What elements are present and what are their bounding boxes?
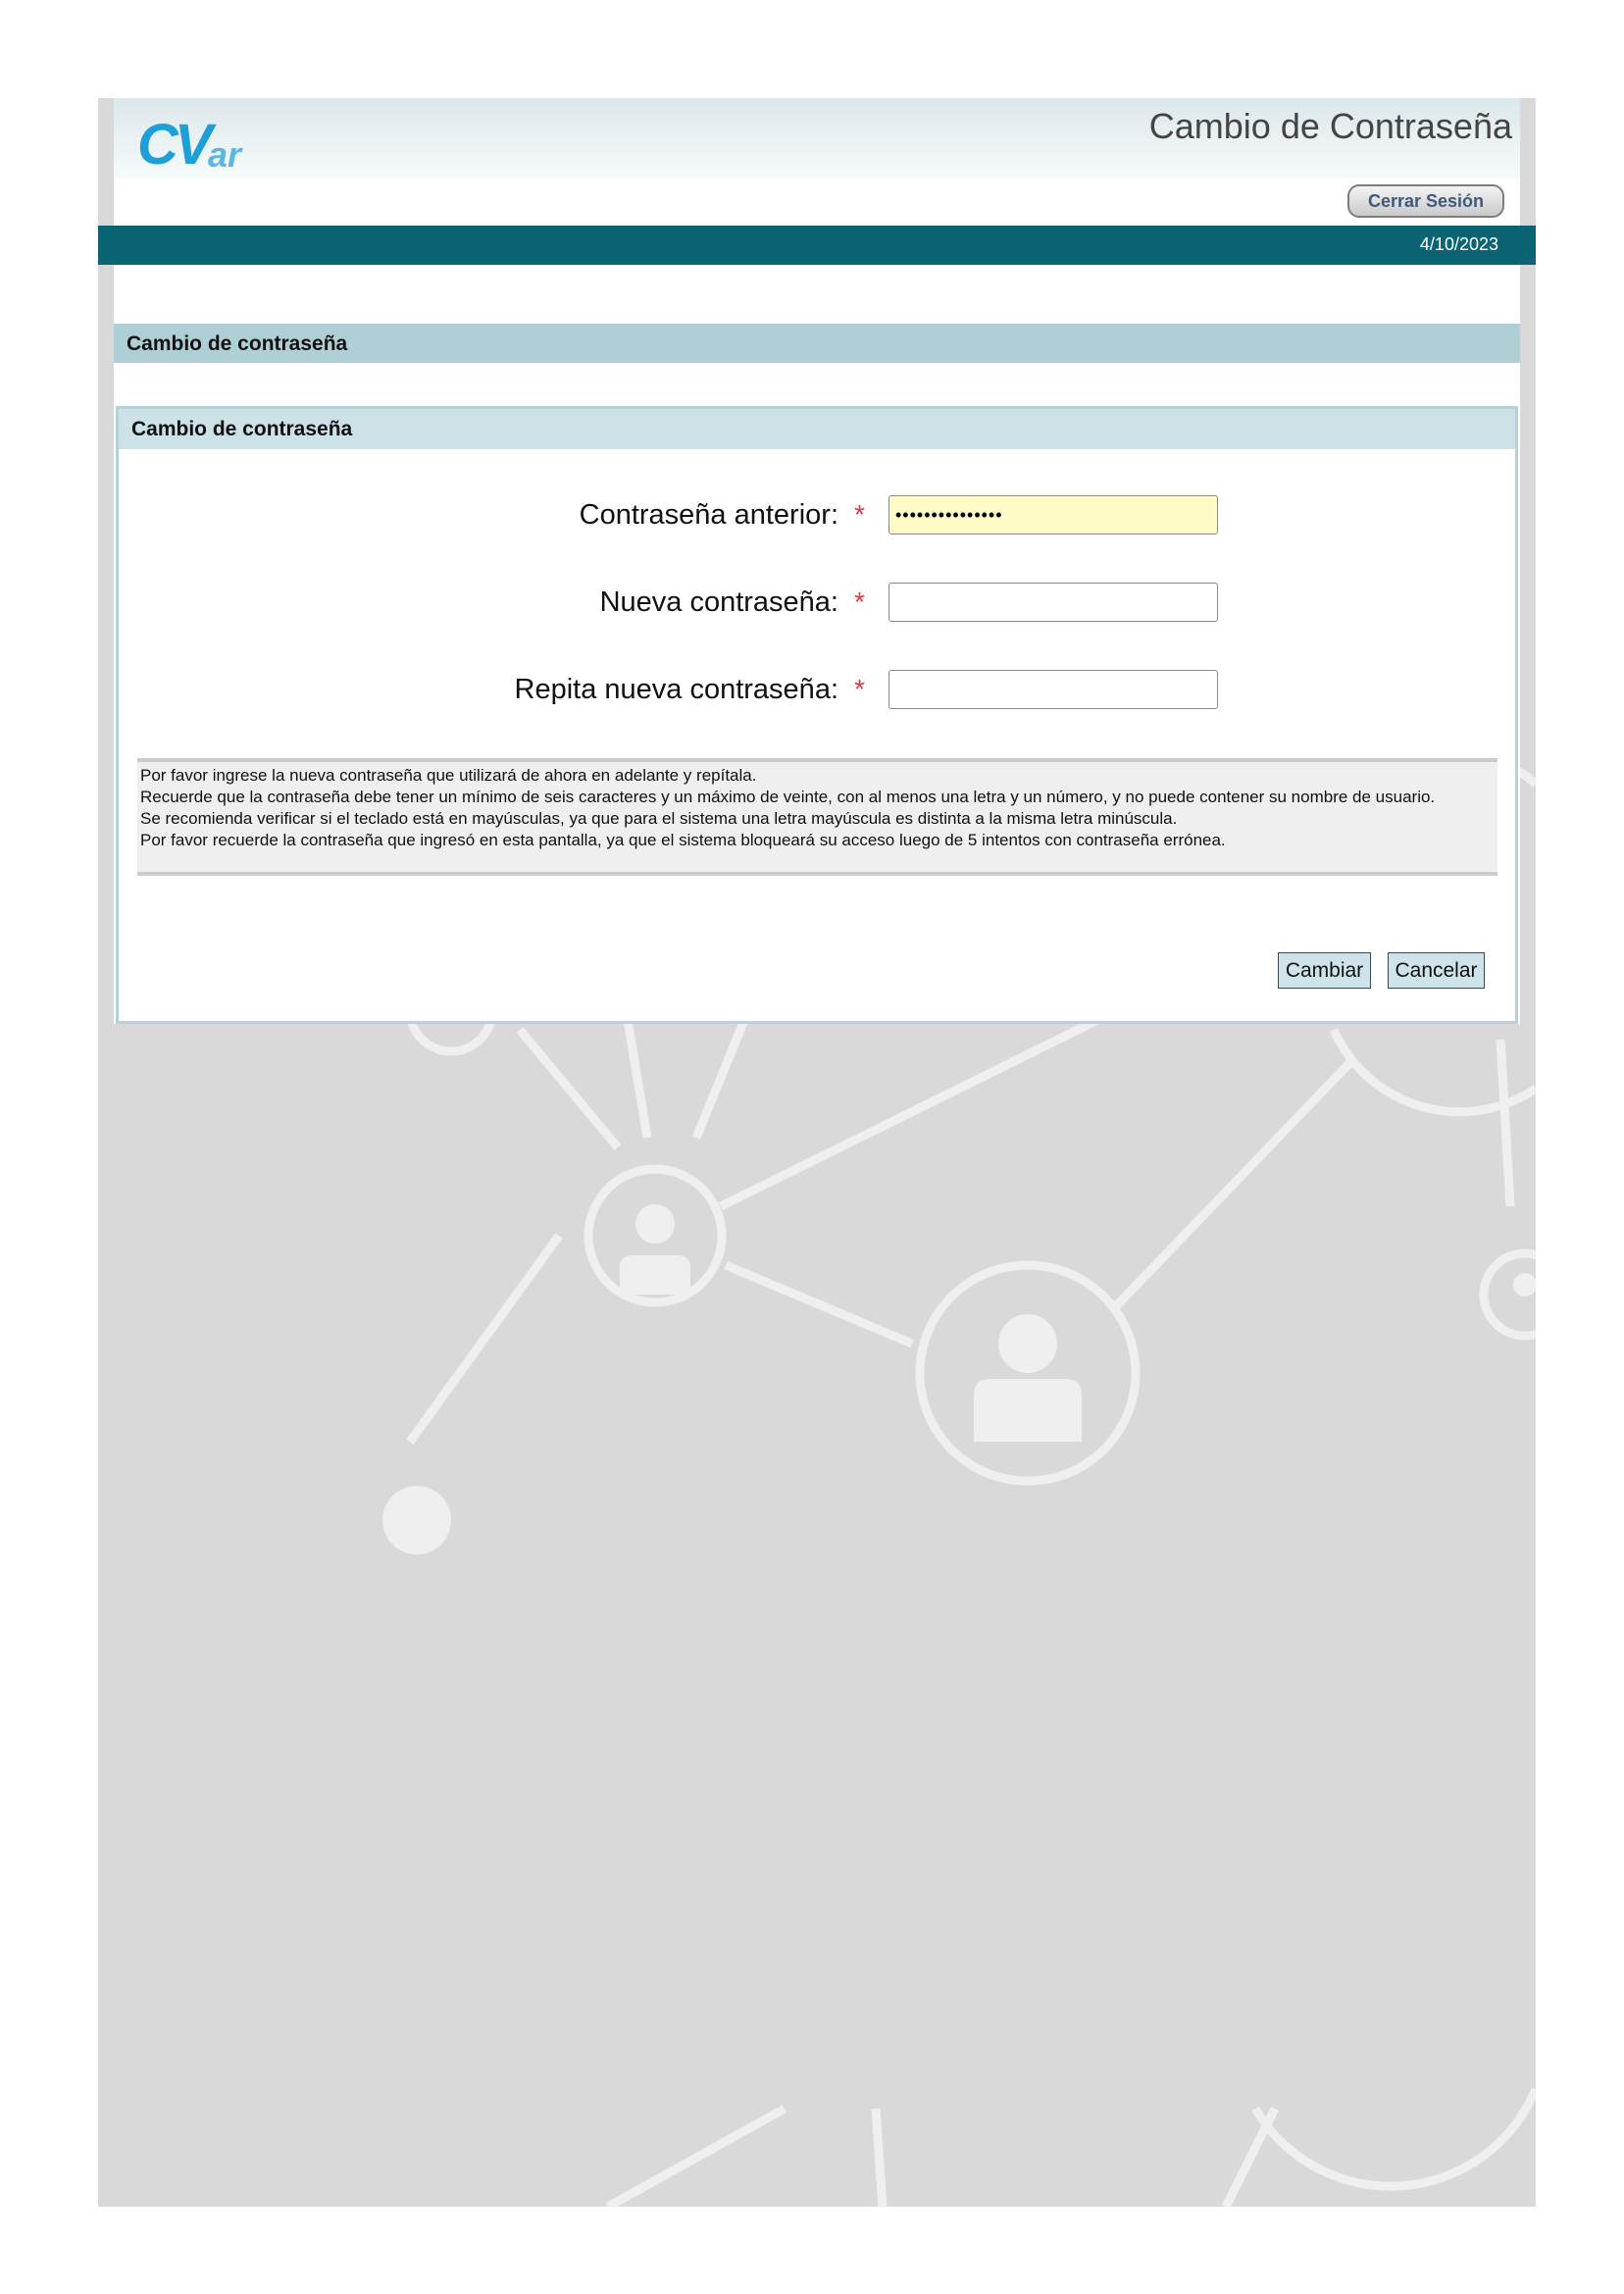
old-password-field[interactable] — [888, 495, 1218, 535]
svg-text:C: C — [137, 113, 179, 177]
page-background: C V ar Cambio de Contraseña Cerrar Sesió… — [98, 98, 1536, 2207]
cvar-logo: C V ar — [137, 113, 243, 177]
repeat-password-row: Repita nueva contraseña: * — [119, 670, 1515, 713]
current-date: 4/10/2023 — [1419, 234, 1498, 254]
change-password-panel: Cambio de contraseña Contraseña anterior… — [116, 406, 1518, 1024]
required-asterisk: * — [854, 499, 865, 530]
cancel-button[interactable]: Cancelar — [1388, 952, 1485, 989]
change-button[interactable]: Cambiar — [1278, 952, 1371, 989]
repeat-password-field[interactable] — [888, 670, 1218, 709]
main-content: Cambio de contraseña Cambio de contraseñ… — [114, 265, 1520, 1024]
panel-title: Cambio de contraseña — [119, 409, 1515, 449]
instruction-line: Por favor recuerde la contraseña que ing… — [140, 831, 1226, 849]
required-asterisk: * — [854, 586, 865, 617]
instruction-line: Por favor ingrese la nueva contraseña qu… — [140, 766, 757, 785]
new-password-field[interactable] — [888, 583, 1218, 622]
app-header: C V ar Cambio de Contraseña Cerrar Sesió… — [114, 98, 1520, 226]
instruction-line: Recuerde que la contraseña debe tener un… — [140, 788, 1436, 806]
header-band: C V ar Cambio de Contraseña — [114, 98, 1520, 178]
password-instructions: Por favor ingrese la nueva contraseña qu… — [137, 758, 1497, 876]
logout-button[interactable]: Cerrar Sesión — [1347, 184, 1504, 218]
svg-text:ar: ar — [208, 134, 243, 175]
section-title: Cambio de contraseña — [114, 324, 1520, 363]
new-password-label: Nueva contraseña: — [599, 586, 838, 618]
old-password-label: Contraseña anterior: — [579, 499, 838, 531]
old-password-row: Contraseña anterior: * — [119, 495, 1515, 538]
page-title: Cambio de Contraseña — [1148, 106, 1512, 146]
required-asterisk: * — [854, 674, 865, 704]
repeat-password-label: Repita nueva contraseña: — [514, 674, 839, 705]
new-password-row: Nueva contraseña: * — [119, 583, 1515, 626]
date-bar: 4/10/2023 — [98, 226, 1536, 265]
instruction-line: Se recomienda verificar si el teclado es… — [140, 809, 1178, 828]
